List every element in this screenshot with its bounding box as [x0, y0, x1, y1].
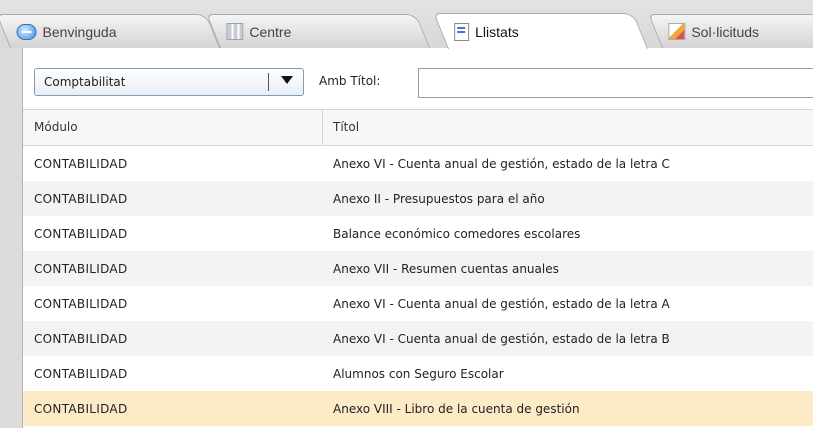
tab-benvinguda[interactable]: Benvinguda	[0, 14, 221, 48]
table-row[interactable]: CONTABILIDAD Anexo VII - Resumen cuentas …	[23, 251, 813, 286]
table-row[interactable]: CONTABILIDAD Anexo VI - Cuenta anual de g…	[23, 146, 813, 181]
select-divider	[268, 73, 269, 91]
cell-modulo: CONTABILIDAD	[34, 192, 128, 206]
chat-icon	[16, 23, 37, 40]
tab-label: Benvinguda	[42, 23, 117, 40]
table-row[interactable]: CONTABILIDAD Anexo VI - Cuenta anual de g…	[23, 321, 813, 356]
tab-llistats[interactable]: Llistats	[433, 13, 648, 49]
cell-modulo: CONTABILIDAD	[34, 332, 128, 346]
cell-modulo: CONTABILIDAD	[34, 367, 128, 381]
cell-modulo: CONTABILIDAD	[34, 402, 128, 416]
cell-modulo: CONTABILIDAD	[34, 262, 128, 276]
table-row[interactable]: CONTABILIDAD Alumnos con Seguro Escolar	[23, 356, 813, 391]
cell-titol: Balance económico comedores escolares	[333, 227, 581, 241]
table-row-selected[interactable]: CONTABILIDAD Anexo VIII - Libro de la cue…	[23, 391, 813, 426]
filter-bar: Comptabilitat Amb Títol:	[23, 48, 813, 108]
results-table: Módulo Títol CONTABILIDAD Anexo VI - Cuen…	[23, 109, 813, 426]
tab-centre[interactable]: Centre	[206, 14, 430, 48]
column-divider	[322, 110, 323, 145]
cell-modulo: CONTABILIDAD	[34, 227, 128, 241]
cell-titol: Anexo VI - Cuenta anual de gestión, esta…	[333, 297, 670, 311]
tab-bar: Benvinguda Centre Llistats Sol·licituds	[0, 0, 813, 49]
tab-label: Llistats	[474, 23, 519, 40]
tab-label: Sol·licituds	[691, 23, 760, 40]
tab-label: Centre	[249, 23, 292, 40]
module-select[interactable]: Comptabilitat	[34, 68, 304, 96]
cell-titol: Anexo VI - Cuenta anual de gestión, esta…	[333, 332, 670, 346]
table-row[interactable]: CONTABILIDAD Balance económico comedores …	[23, 216, 813, 251]
cell-titol: Alumnos con Seguro Escolar	[333, 367, 504, 381]
cell-titol: Anexo VII - Resumen cuentas anuales	[333, 262, 559, 276]
grid-icon	[226, 23, 244, 40]
column-header-titol[interactable]: Títol	[333, 120, 359, 134]
llistats-panel: Comptabilitat Amb Títol: Módulo Títol CO…	[22, 48, 813, 428]
pencil-icon	[668, 23, 686, 40]
cell-titol: Anexo VI - Cuenta anual de gestión, esta…	[333, 157, 670, 171]
tab-sollicituds[interactable]: Sol·licituds	[648, 14, 813, 48]
cell-modulo: CONTABILIDAD	[34, 297, 128, 311]
table-row[interactable]: CONTABILIDAD Anexo II - Presupuestos para…	[23, 181, 813, 216]
list-icon	[453, 22, 469, 41]
cell-modulo: CONTABILIDAD	[34, 157, 128, 171]
title-filter-input[interactable]	[418, 68, 813, 98]
table-row[interactable]: CONTABILIDAD Anexo VI - Cuenta anual de g…	[23, 286, 813, 321]
title-filter-label: Amb Títol:	[319, 74, 381, 88]
cell-titol: Anexo VIII - Libro de la cuenta de gesti…	[333, 402, 580, 416]
column-header-modulo[interactable]: Módulo	[34, 120, 78, 134]
module-select-value: Comptabilitat	[44, 75, 126, 89]
cell-titol: Anexo II - Presupuestos para el año	[333, 192, 545, 206]
table-header: Módulo Títol	[23, 109, 813, 146]
chevron-down-icon[interactable]	[281, 76, 293, 84]
